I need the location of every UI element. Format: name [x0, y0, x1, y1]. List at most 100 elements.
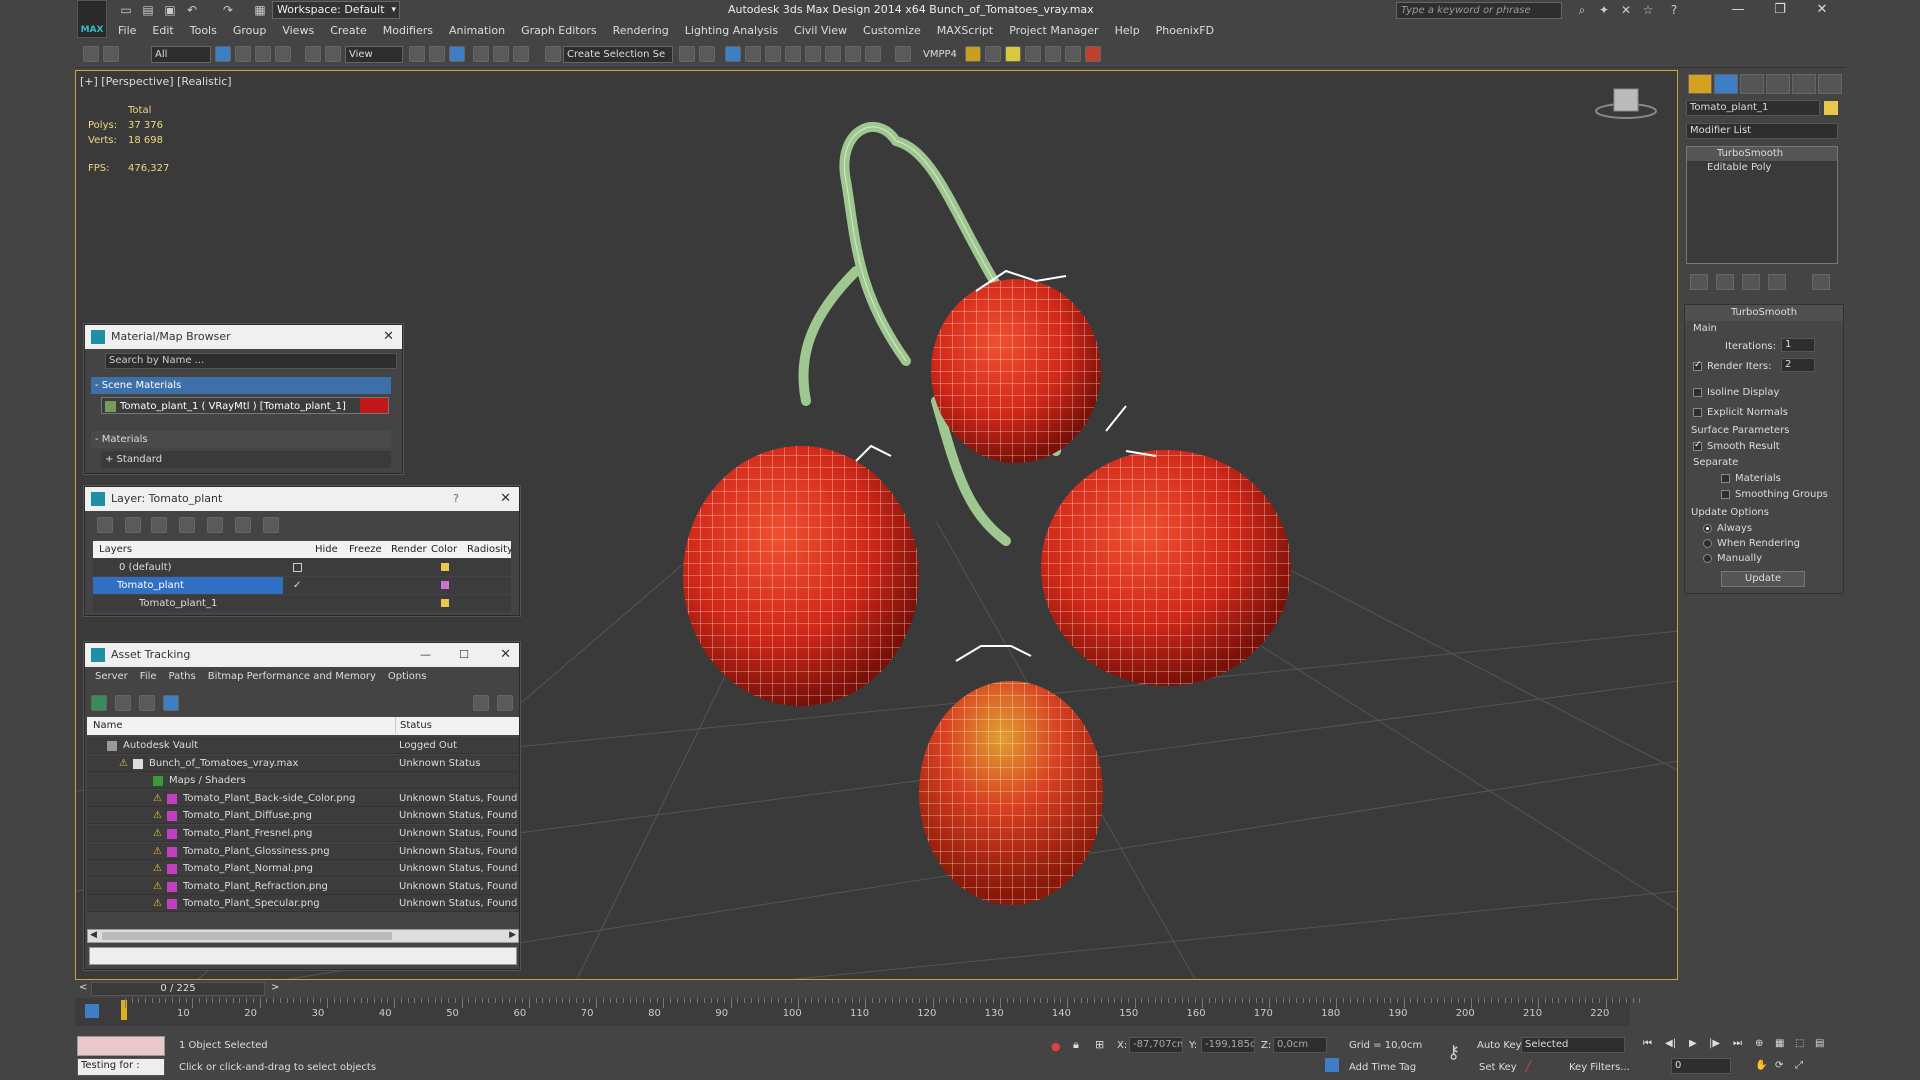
zoom-all-icon[interactable]: ▦ — [1775, 1038, 1784, 1049]
scrollbar-thumb[interactable] — [102, 932, 392, 940]
orbit-icon[interactable]: ⟳ — [1775, 1060, 1783, 1071]
x-coordinate-field[interactable]: -87,707cm — [1129, 1037, 1183, 1053]
maximize-viewport-icon[interactable]: ⤢ — [1795, 1060, 1803, 1071]
bulb-icon[interactable] — [1005, 46, 1021, 62]
asset-row[interactable]: Tomato_Plant_Refraction.png Unknown Statu… — [87, 877, 519, 895]
menu-edit[interactable]: Edit — [144, 22, 181, 40]
hierarchy-tab-icon[interactable] — [1740, 74, 1764, 94]
display-tab-icon[interactable] — [1792, 74, 1816, 94]
material-browser-header[interactable]: Material/Map Browser ✕ — [85, 325, 402, 349]
key-filter-icon[interactable]: ╱ — [1525, 1060, 1532, 1073]
time-next-icon[interactable]: > — [271, 982, 279, 993]
isoline-checkbox[interactable] — [1693, 387, 1702, 397]
key-icon[interactable]: ⚷ — [1447, 1042, 1460, 1063]
maximize-icon[interactable]: ❐ — [1762, 0, 1798, 20]
transform-mode-icon[interactable]: ⊞ — [1095, 1038, 1104, 1051]
time-slider-thumb[interactable]: 0 / 225 — [91, 982, 265, 996]
save-icon[interactable]: ▣ — [162, 2, 178, 18]
asset-path-field[interactable] — [89, 947, 517, 965]
new-icon[interactable]: ▭ — [118, 2, 134, 18]
auto-key-button[interactable]: Auto Key — [1477, 1040, 1522, 1051]
hide-all-icon[interactable] — [235, 517, 251, 533]
percent-snap-icon[interactable] — [513, 46, 529, 62]
key-mode-dropdown[interactable]: Selected — [1521, 1037, 1625, 1053]
menu-animation[interactable]: Animation — [441, 22, 513, 40]
z-coordinate-field[interactable]: 0,0cm — [1273, 1037, 1327, 1053]
render-iters-checkbox[interactable] — [1693, 360, 1702, 371]
mirror-icon[interactable] — [679, 46, 695, 62]
proxy-icon[interactable] — [1065, 46, 1081, 62]
play-icon[interactable]: ▶ — [1689, 1038, 1697, 1049]
asset-row[interactable]: Autodesk Vault Logged Out — [87, 737, 519, 754]
maxscript-listener-input[interactable] — [77, 1036, 165, 1056]
communication-icon[interactable]: ✕ — [1618, 2, 1634, 18]
asset-row[interactable]: Tomato_Plant_Normal.png Unknown Status, F… — [87, 860, 519, 878]
smooth-result-checkbox[interactable] — [1693, 440, 1702, 451]
utilities-tab-icon[interactable] — [1818, 74, 1842, 94]
menu-group[interactable]: Group — [225, 22, 275, 40]
object-name-input[interactable]: Tomato_plant_1 — [1686, 100, 1820, 116]
modifier-list-dropdown[interactable]: Modifier List — [1686, 123, 1838, 139]
asset-row[interactable]: Tomato_Plant_Back-side_Color.png Unknown … — [87, 789, 519, 807]
layer-row-selected[interactable]: Tomato_plant ✓ — [93, 577, 511, 594]
menu-create[interactable]: Create — [322, 22, 375, 40]
rotate-icon[interactable] — [325, 46, 341, 62]
motion-tab-icon[interactable] — [1766, 74, 1790, 94]
materials-option[interactable]: Materials — [1721, 473, 1781, 484]
explicit-checkbox[interactable] — [1693, 407, 1702, 417]
always-option[interactable]: Always — [1703, 523, 1752, 534]
render-setup-icon[interactable] — [825, 46, 841, 62]
time-slider[interactable]: < 0 / 225 > — [75, 982, 1678, 996]
goto-end-icon[interactable]: ⏭ — [1733, 1038, 1742, 1049]
col-layers[interactable]: Layers — [99, 541, 132, 558]
workspace-dropdown[interactable]: Workspace: Default ▾ — [272, 1, 400, 19]
close-icon[interactable]: ✕ — [1804, 0, 1840, 20]
make-unique-icon[interactable] — [1742, 274, 1760, 290]
asset-row[interactable]: Maps / Shaders — [87, 772, 519, 790]
render-iters-spinner[interactable]: 2 — [1781, 358, 1815, 372]
asset-row[interactable]: Tomato_Plant_Glossiness.png Unknown Statu… — [87, 842, 519, 860]
schematic-icon[interactable] — [785, 46, 801, 62]
rect-selection-icon[interactable] — [255, 46, 271, 62]
pivot-icon[interactable] — [409, 46, 425, 62]
help-icon[interactable]: ? — [453, 487, 459, 511]
mesh-export-icon[interactable] — [1045, 46, 1061, 62]
favorites-icon[interactable]: ☆ — [1640, 2, 1656, 18]
viewport-label[interactable]: [+] [Perspective] [Realistic] — [80, 75, 232, 88]
pin-stack-icon[interactable] — [1690, 274, 1708, 290]
lock-icon[interactable]: 🔒︎ — [1073, 1038, 1079, 1052]
filter-icon[interactable] — [85, 1004, 99, 1018]
asset-menu-paths[interactable]: Paths — [163, 671, 202, 682]
open-icon[interactable]: ▤ — [140, 2, 156, 18]
layer-panel-header[interactable]: Layer: Tomato_plant? ✕ — [85, 487, 519, 511]
angle-snap-icon[interactable] — [493, 46, 509, 62]
track-bar[interactable]: 10 20 30 40 50 60 70 80 90 100 110 120 130 140 150 160 1… — [75, 998, 1641, 1026]
next-frame-icon[interactable]: |▶ — [1709, 1038, 1720, 1049]
minimize-icon[interactable]: — — [420, 643, 431, 667]
asset-row[interactable]: Bunch_of_Tomatoes_vray.max Unknown Status… — [87, 754, 519, 772]
always-radio[interactable] — [1703, 523, 1712, 533]
remove-modifier-icon[interactable] — [1768, 274, 1786, 290]
align-icon[interactable] — [699, 46, 715, 62]
delete-layer-icon[interactable] — [125, 517, 141, 533]
pan-icon[interactable]: ✋ — [1755, 1060, 1767, 1071]
menu-lighting-analysis[interactable]: Lighting Analysis — [677, 22, 786, 40]
menu-project-manager[interactable]: Project Manager — [1001, 22, 1106, 40]
manually-option[interactable]: Manually — [1703, 553, 1762, 564]
menu-tools[interactable]: Tools — [182, 22, 225, 40]
asset-menu-options[interactable]: Options — [382, 671, 433, 682]
graphite-icon[interactable] — [745, 46, 761, 62]
menu-rendering[interactable]: Rendering — [605, 22, 677, 40]
render-icon[interactable] — [865, 46, 881, 62]
materials-checkbox[interactable] — [1721, 473, 1730, 483]
standard-group[interactable]: + Standard — [101, 451, 391, 468]
unlink-icon[interactable] — [103, 46, 119, 62]
snap-icon[interactable] — [473, 46, 489, 62]
create-layer-icon[interactable] — [97, 517, 113, 533]
when-rendering-option[interactable]: When Rendering — [1703, 538, 1800, 549]
minimize-icon[interactable]: — — [1720, 0, 1756, 20]
show-end-result-icon[interactable] — [1716, 274, 1734, 290]
menu-customize[interactable]: Customize — [855, 22, 929, 40]
zoom-icon[interactable]: ⊕ — [1755, 1038, 1763, 1049]
rollout-title[interactable]: TurboSmooth — [1685, 305, 1843, 321]
